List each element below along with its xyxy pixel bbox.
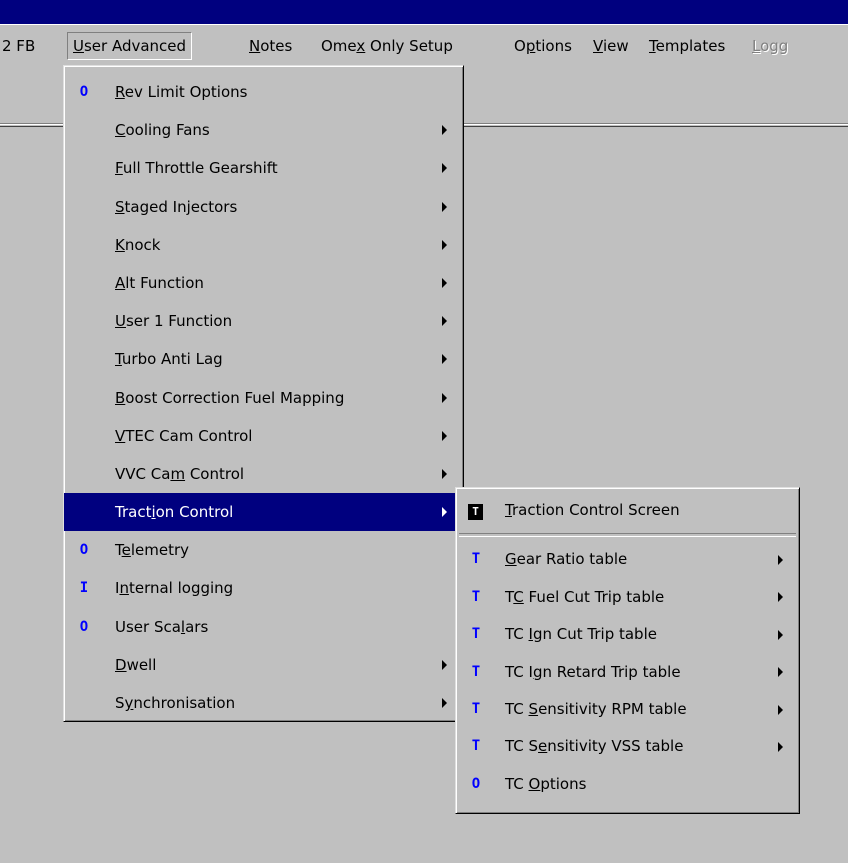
submenu-arrow-icon (442, 507, 447, 518)
menu-notes[interactable]: Notes (249, 33, 292, 59)
menu-item-vvc-cam-control[interactable]: VVC Cam Control (64, 455, 463, 493)
menu-item-label: User 1 Function (115, 312, 233, 331)
submenu-arrow-icon (442, 239, 447, 250)
submenu-arrow-icon (778, 555, 783, 566)
background-divider (0, 123, 66, 125)
type-t-icon: T (471, 738, 481, 755)
menu-item-label: Staged Injectors (115, 197, 238, 216)
menu-item-label: Internal logging (115, 579, 234, 598)
menu-item-turbo-anti-lag[interactable]: Turbo Anti Lag (64, 340, 463, 378)
menu-item-label: TC Options (505, 774, 587, 793)
menu-item-label: User Scalars (115, 617, 209, 636)
submenu-item-tc-sensitivity-vss-table[interactable]: T TC Sensitivity VSS table (456, 728, 799, 765)
menu-item-user-scalars[interactable]: O User Scalars (64, 608, 463, 646)
submenu-item-tc-sensitivity-rpm-table[interactable]: T TC Sensitivity RPM table (456, 691, 799, 728)
submenu-arrow-icon (778, 667, 783, 678)
submenu-arrow-icon (442, 125, 447, 136)
type-t-icon: T (471, 551, 481, 568)
menu-item-vtec-cam-control[interactable]: VTEC Cam Control (64, 417, 463, 455)
traction-control-submenu: T Traction Control Screen T Gear Ratio tabl… (455, 487, 800, 814)
submenu-arrow-icon (778, 592, 783, 603)
submenu-item-tc-ign-retard-trip-table[interactable]: T TC Ign Retard Trip table (456, 654, 799, 691)
menu-item-label: VTEC Cam Control (115, 426, 253, 445)
submenu-arrow-icon (442, 430, 447, 441)
user-advanced-dropdown-menu: O Rev Limit Options Cooling Fans Full Throt… (63, 65, 464, 722)
menu-item-traction-control[interactable]: Traction Control (64, 493, 463, 532)
menu-bar: 2 FB User Advanced Notes Omex Only Setup Opt… (0, 25, 848, 67)
menu-item-label: Synchronisation (115, 694, 236, 712)
menu-item-label: TC Ign Cut Trip table (505, 625, 657, 644)
menu-item-alt-function[interactable]: Alt Function (64, 264, 463, 302)
menu-item-label: TC Fuel Cut Trip table (505, 587, 665, 606)
menu-item-label: VVC Cam Control (115, 464, 245, 483)
menu-item-label: Turbo Anti Lag (115, 350, 223, 369)
submenu-arrow-icon (778, 704, 783, 715)
submenu-arrow-icon (442, 698, 447, 709)
background-divider (462, 123, 848, 125)
submenu-item-gear-ratio-table[interactable]: T Gear Ratio table (456, 541, 799, 578)
menu-item-label: TC Sensitivity VSS table (505, 737, 684, 756)
menu-item-label: TC Ign Retard Trip table (505, 662, 681, 681)
submenu-item-tc-ign-cut-trip-table[interactable]: T TC Ign Cut Trip table (456, 616, 799, 653)
menu-item-synchronisation[interactable]: Synchronisation (64, 684, 463, 722)
menu-item-label: Boost Correction Fuel Mapping (115, 388, 345, 407)
submenu-arrow-icon (442, 659, 447, 670)
type-o-icon: O (79, 618, 89, 635)
menu-item-rev-limit-options[interactable]: O Rev Limit Options (64, 73, 463, 111)
submenu-arrow-icon (778, 742, 783, 753)
menu-item-label: Cooling Fans (115, 121, 210, 140)
submenu-arrow-icon (442, 278, 447, 289)
menu-user-advanced[interactable]: User Advanced (67, 32, 193, 60)
menu-item-label: Traction Control (115, 503, 234, 522)
submenu-item-traction-control-screen[interactable]: T Traction Control Screen (456, 492, 799, 529)
menu-item-full-throttle-gearshift[interactable]: Full Throttle Gearshift (64, 149, 463, 187)
menu-item-knock[interactable]: Knock (64, 226, 463, 264)
menu-item-user-1-function[interactable]: User 1 Function (64, 302, 463, 340)
type-o-icon: O (79, 542, 89, 559)
type-o-icon: O (79, 84, 89, 100)
menu-item-label: Full Throttle Gearshift (115, 159, 278, 178)
menu-item-dwell[interactable]: Dwell (64, 646, 463, 684)
menu-item-boost-correction-fuel-mapping[interactable]: Boost Correction Fuel Mapping (64, 379, 463, 417)
menu-2-fb[interactable]: 2 FB (2, 33, 35, 59)
submenu-arrow-icon (778, 629, 783, 640)
submenu-arrow-icon (442, 354, 447, 365)
type-i-icon: I (79, 580, 89, 597)
menu-options[interactable]: Options (514, 33, 572, 59)
submenu-arrow-icon (442, 392, 447, 403)
menu-item-staged-injectors[interactable]: Staged Injectors (64, 188, 463, 226)
menu-item-label: Gear Ratio table (505, 550, 628, 569)
menu-item-cooling-fans[interactable]: Cooling Fans (64, 111, 463, 149)
menu-item-telemetry[interactable]: O Telemetry (64, 531, 463, 569)
menu-item-label: Knock (115, 235, 161, 254)
type-t-icon: T (471, 588, 481, 605)
type-t-icon: T (471, 626, 481, 643)
submenu-arrow-icon (442, 163, 447, 174)
type-t-icon: T (471, 663, 481, 680)
submenu-arrow-icon (442, 316, 447, 327)
menu-view[interactable]: View (593, 33, 629, 59)
submenu-arrow-icon (442, 468, 447, 479)
menu-item-label: Traction Control Screen (505, 501, 680, 519)
submenu-item-tc-fuel-cut-trip-table[interactable]: T TC Fuel Cut Trip table (456, 579, 799, 616)
menu-item-label: TC Sensitivity RPM table (505, 699, 687, 718)
submenu-item-tc-options[interactable]: O TC Options (456, 766, 799, 803)
type-o-icon: O (471, 775, 481, 792)
type-t-icon: T (468, 504, 483, 520)
background-divider (462, 126, 848, 127)
menu-item-internal-logging[interactable]: I Internal logging (64, 569, 463, 607)
menu-item-label: Alt Function (115, 273, 204, 292)
menu-separator (459, 533, 796, 538)
menu-item-label: Rev Limit Options (115, 83, 248, 101)
background-divider (0, 126, 66, 127)
menu-omex-only-setup[interactable]: Omex Only Setup (321, 33, 453, 59)
type-t-icon: T (471, 700, 481, 717)
menu-templates[interactable]: Templates (649, 33, 725, 59)
submenu-arrow-icon (442, 201, 447, 212)
menu-logg[interactable]: Logg (752, 33, 788, 59)
menu-item-label: Dwell (115, 655, 157, 674)
window-titlebar (0, 0, 848, 25)
menu-item-label: Telemetry (115, 541, 190, 560)
